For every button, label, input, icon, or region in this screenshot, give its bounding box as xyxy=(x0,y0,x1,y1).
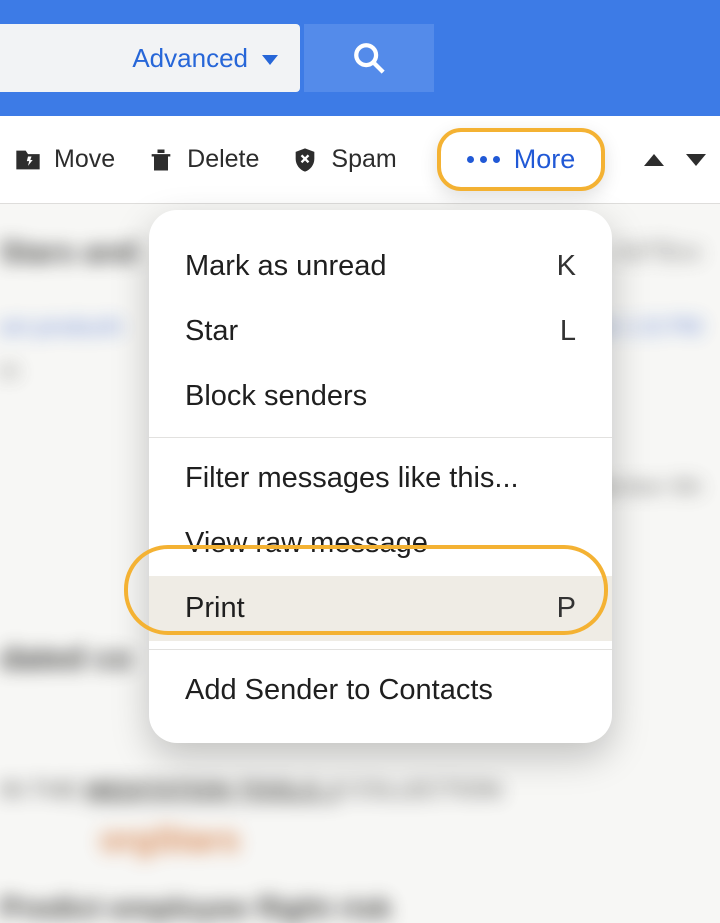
menu-filter-like-this[interactable]: Filter messages like this... xyxy=(149,446,612,511)
search-button[interactable] xyxy=(304,24,434,92)
menu-item-label: Mark as unread xyxy=(185,250,387,283)
bg-subject: Stars and xyxy=(0,236,137,270)
advanced-search-button[interactable]: Advanced xyxy=(132,43,300,74)
bg-to: m xyxy=(0,358,18,383)
delete-button[interactable]: Delete xyxy=(147,145,259,174)
shield-x-icon xyxy=(291,146,319,174)
bg-brand: orgStars xyxy=(100,821,240,859)
menu-star[interactable]: Star L xyxy=(149,299,612,364)
move-label: Move xyxy=(54,145,115,174)
header-bar: otos or pe Advanced xyxy=(0,0,720,116)
bg-tag: Ad*Box xyxy=(615,236,702,270)
menu-item-label: View raw message xyxy=(185,527,428,560)
bg-headline: dated co xyxy=(0,640,132,676)
menu-print[interactable]: Print P xyxy=(149,576,612,641)
menu-item-label: Block senders xyxy=(185,380,367,413)
bg-collection-suffix: COLLECTION: xyxy=(346,777,506,804)
menu-item-shortcut: P xyxy=(557,592,576,625)
search-input[interactable]: otos or pe Advanced xyxy=(0,24,300,92)
advanced-label: Advanced xyxy=(132,43,248,74)
search-icon xyxy=(352,41,386,75)
menu-separator xyxy=(149,437,612,438)
menu-view-raw[interactable]: View raw message xyxy=(149,511,612,576)
prev-message-button[interactable] xyxy=(644,154,664,166)
more-menu: Mark as unread K Star L Block senders Fi… xyxy=(149,210,612,743)
menu-item-label: Add Sender to Contacts xyxy=(185,674,493,707)
more-button[interactable]: More xyxy=(437,128,606,191)
menu-item-label: Filter messages like this... xyxy=(185,462,519,495)
menu-item-shortcut: K xyxy=(557,250,576,283)
message-nav xyxy=(644,154,706,166)
more-label: More xyxy=(514,144,576,175)
spam-label: Spam xyxy=(331,145,396,174)
spam-button[interactable]: Spam xyxy=(291,145,396,174)
menu-item-label: Star xyxy=(185,315,238,348)
delete-label: Delete xyxy=(187,145,259,174)
menu-item-label: Print xyxy=(185,592,245,625)
search-placeholder-fragment: otos or pe xyxy=(0,43,132,74)
chevron-down-icon xyxy=(262,55,278,65)
bg-collection-link: MEDITATION TOOLS J xyxy=(85,777,340,804)
action-toolbar: Move Delete Spam More xyxy=(0,116,720,204)
bg-sender: am.producth xyxy=(0,314,122,340)
menu-separator xyxy=(149,649,612,650)
move-button[interactable]: Move xyxy=(14,145,115,174)
folder-move-icon xyxy=(14,146,42,174)
menu-item-shortcut: L xyxy=(560,315,576,348)
bg-tagline: Predict employee flight risk xyxy=(0,892,392,923)
menu-mark-unread[interactable]: Mark as unread K xyxy=(149,234,612,299)
trash-icon xyxy=(147,146,175,174)
next-message-button[interactable] xyxy=(686,154,706,166)
more-dots-icon xyxy=(467,156,500,163)
menu-block-senders[interactable]: Block senders xyxy=(149,364,612,429)
menu-add-sender-contacts[interactable]: Add Sender to Contacts xyxy=(149,658,612,723)
bg-collection-prefix: IN THE xyxy=(0,777,78,804)
